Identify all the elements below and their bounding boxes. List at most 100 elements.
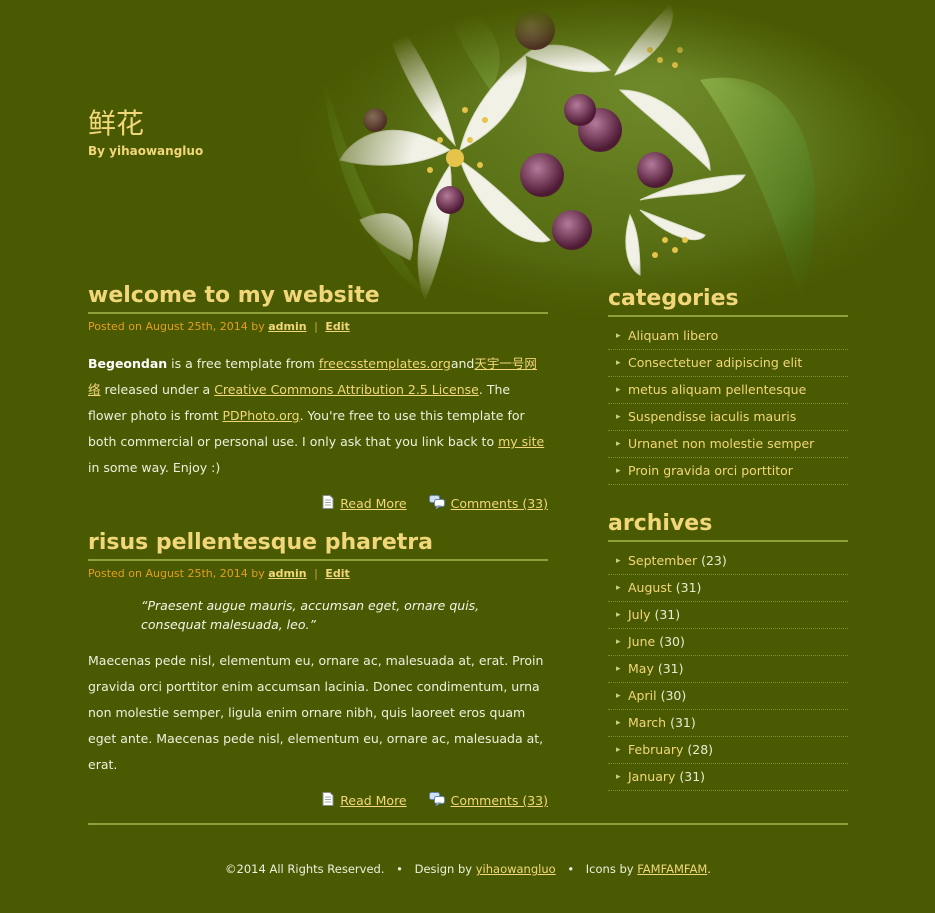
- archives-section: archives ▸ September (23) ▸ August (31) ▸ J…: [608, 510, 848, 791]
- triangle-bullet-icon: ▸: [616, 691, 621, 701]
- post-title[interactable]: risus pellentesque pharetra: [88, 529, 548, 561]
- archive-link[interactable]: May: [628, 661, 654, 676]
- pdphoto-link[interactable]: PDPhoto.org: [223, 408, 300, 423]
- triangle-bullet-icon: ▸: [616, 556, 621, 566]
- category-link[interactable]: Aliquam libero: [628, 328, 718, 343]
- triangle-bullet-icon: ▸: [616, 439, 621, 449]
- read-more-link[interactable]: Read More: [340, 496, 406, 511]
- post-meta: Posted on August 25th, 2014 by admin | E…: [88, 320, 548, 333]
- archive-link[interactable]: August: [628, 580, 672, 595]
- template-name: Begeondan: [88, 356, 168, 371]
- post-welcome: welcome to my website Posted on August 2…: [88, 282, 548, 512]
- body-text: released under a: [100, 382, 215, 397]
- archive-link[interactable]: March: [628, 715, 666, 730]
- archive-link[interactable]: February: [628, 742, 683, 757]
- footer-bullet: •: [567, 862, 575, 876]
- archive-link[interactable]: September: [628, 553, 697, 568]
- triangle-bullet-icon: ▸: [616, 385, 621, 395]
- archive-item: ▸ July (31): [608, 602, 848, 629]
- triangle-bullet-icon: ▸: [616, 610, 621, 620]
- archive-link[interactable]: January: [628, 769, 675, 784]
- header-flower-image: [280, 0, 935, 350]
- comments-icon: [428, 495, 445, 512]
- post-meta-text: Posted on August 25th, 2014 by: [88, 320, 265, 333]
- triangle-bullet-icon: ▸: [616, 412, 621, 422]
- copyright-text: ©2014 All Rights Reserved.: [225, 862, 385, 876]
- archive-item: ▸ May (31): [608, 656, 848, 683]
- archive-link[interactable]: June: [628, 634, 655, 649]
- meta-separator: |: [314, 567, 318, 580]
- category-item: ▸ Consectetuer adipiscing elit: [608, 350, 848, 377]
- post-meta-text: Posted on August 25th, 2014 by: [88, 567, 265, 580]
- archive-item: ▸ August (31): [608, 575, 848, 602]
- category-link[interactable]: Urnanet non molestie semper: [628, 436, 814, 451]
- design-by-label: Design by: [414, 862, 473, 876]
- edit-link[interactable]: Edit: [325, 320, 349, 333]
- category-item: ▸ Suspendisse iaculis mauris: [608, 404, 848, 431]
- categories-list: ▸ Aliquam libero ▸ Consectetuer adipiscing…: [608, 323, 848, 485]
- triangle-bullet-icon: ▸: [616, 637, 621, 647]
- archive-item: ▸ September (23): [608, 548, 848, 575]
- categories-title: categories: [608, 285, 848, 317]
- comments-icon: [428, 792, 445, 809]
- footer: ©2014 All Rights Reserved. • Design by y…: [88, 862, 848, 876]
- page-icon: [322, 495, 334, 512]
- archive-link[interactable]: July: [628, 607, 650, 622]
- triangle-bullet-icon: ▸: [616, 772, 621, 782]
- category-link[interactable]: Proin gravida orci porttitor: [628, 463, 793, 478]
- triangle-bullet-icon: ▸: [616, 331, 621, 341]
- read-more-link[interactable]: Read More: [340, 793, 406, 808]
- body-text: is a free template from: [167, 356, 319, 371]
- category-item: ▸ metus aliquam pellentesque: [608, 377, 848, 404]
- archive-count: (31): [670, 715, 696, 730]
- triangle-bullet-icon: ▸: [616, 664, 621, 674]
- archive-item: ▸ January (31): [608, 764, 848, 791]
- comments-link[interactable]: Comments (33): [451, 496, 548, 511]
- page-icon: [322, 792, 334, 809]
- archive-count: (23): [701, 553, 727, 568]
- category-item: ▸ Aliquam libero: [608, 323, 848, 350]
- archive-count: (31): [675, 580, 702, 595]
- post-meta: Posted on August 25th, 2014 by admin | E…: [88, 567, 548, 580]
- blockquote: “Praesent augue mauris, accumsan eget, o…: [141, 598, 480, 632]
- post-links: Read More Comments (33): [88, 495, 548, 512]
- edit-link[interactable]: Edit: [325, 567, 349, 580]
- archive-link[interactable]: April: [628, 688, 657, 703]
- archive-count: (31): [679, 769, 706, 784]
- triangle-bullet-icon: ▸: [616, 718, 621, 728]
- body-text: and: [450, 356, 475, 371]
- archive-item: ▸ February (28): [608, 737, 848, 764]
- meta-separator: |: [314, 320, 318, 333]
- triangle-bullet-icon: ▸: [616, 358, 621, 368]
- archive-item: ▸ April (30): [608, 683, 848, 710]
- site-title: 鲜花: [88, 107, 145, 140]
- categories-section: categories ▸ Aliquam libero ▸ Consectetuer…: [608, 285, 848, 485]
- triangle-bullet-icon: ▸: [616, 466, 621, 476]
- post-risus: risus pellentesque pharetra Posted on Au…: [88, 529, 548, 809]
- famfamfam-link[interactable]: FAMFAMFAM: [637, 862, 707, 876]
- category-link[interactable]: Consectetuer adipiscing elit: [628, 355, 802, 370]
- archive-item: ▸ March (31): [608, 710, 848, 737]
- triangle-bullet-icon: ▸: [616, 583, 621, 593]
- designer-link[interactable]: yihaowangluo: [476, 862, 556, 876]
- archive-count: (31): [654, 607, 681, 622]
- archive-count: (30): [659, 634, 685, 649]
- comments-link[interactable]: Comments (33): [451, 793, 548, 808]
- archives-list: ▸ September (23) ▸ August (31) ▸ July (31) …: [608, 548, 848, 791]
- footer-bullet: •: [396, 862, 403, 876]
- category-item: ▸ Proin gravida orci porttitor: [608, 458, 848, 485]
- archive-count: (31): [657, 661, 684, 676]
- post-title[interactable]: welcome to my website: [88, 282, 548, 314]
- post-body: Begeondan is a free template from freecs…: [88, 351, 548, 481]
- license-link[interactable]: Creative Commons Attribution 2.5 License: [214, 382, 479, 397]
- category-link[interactable]: Suspendisse iaculis mauris: [628, 409, 796, 424]
- post-links: Read More Comments (33): [88, 792, 548, 809]
- author-link[interactable]: admin: [268, 567, 306, 580]
- author-link[interactable]: admin: [268, 320, 306, 333]
- site-byline: By yihaowangluo: [88, 144, 204, 158]
- freecsstemplates-link[interactable]: freecsstemplates.org: [319, 356, 451, 371]
- archive-count: (28): [687, 742, 714, 757]
- icons-by-label: Icons by: [585, 862, 634, 876]
- category-link[interactable]: metus aliquam pellentesque: [628, 382, 806, 397]
- my-site-link[interactable]: my site: [498, 434, 544, 449]
